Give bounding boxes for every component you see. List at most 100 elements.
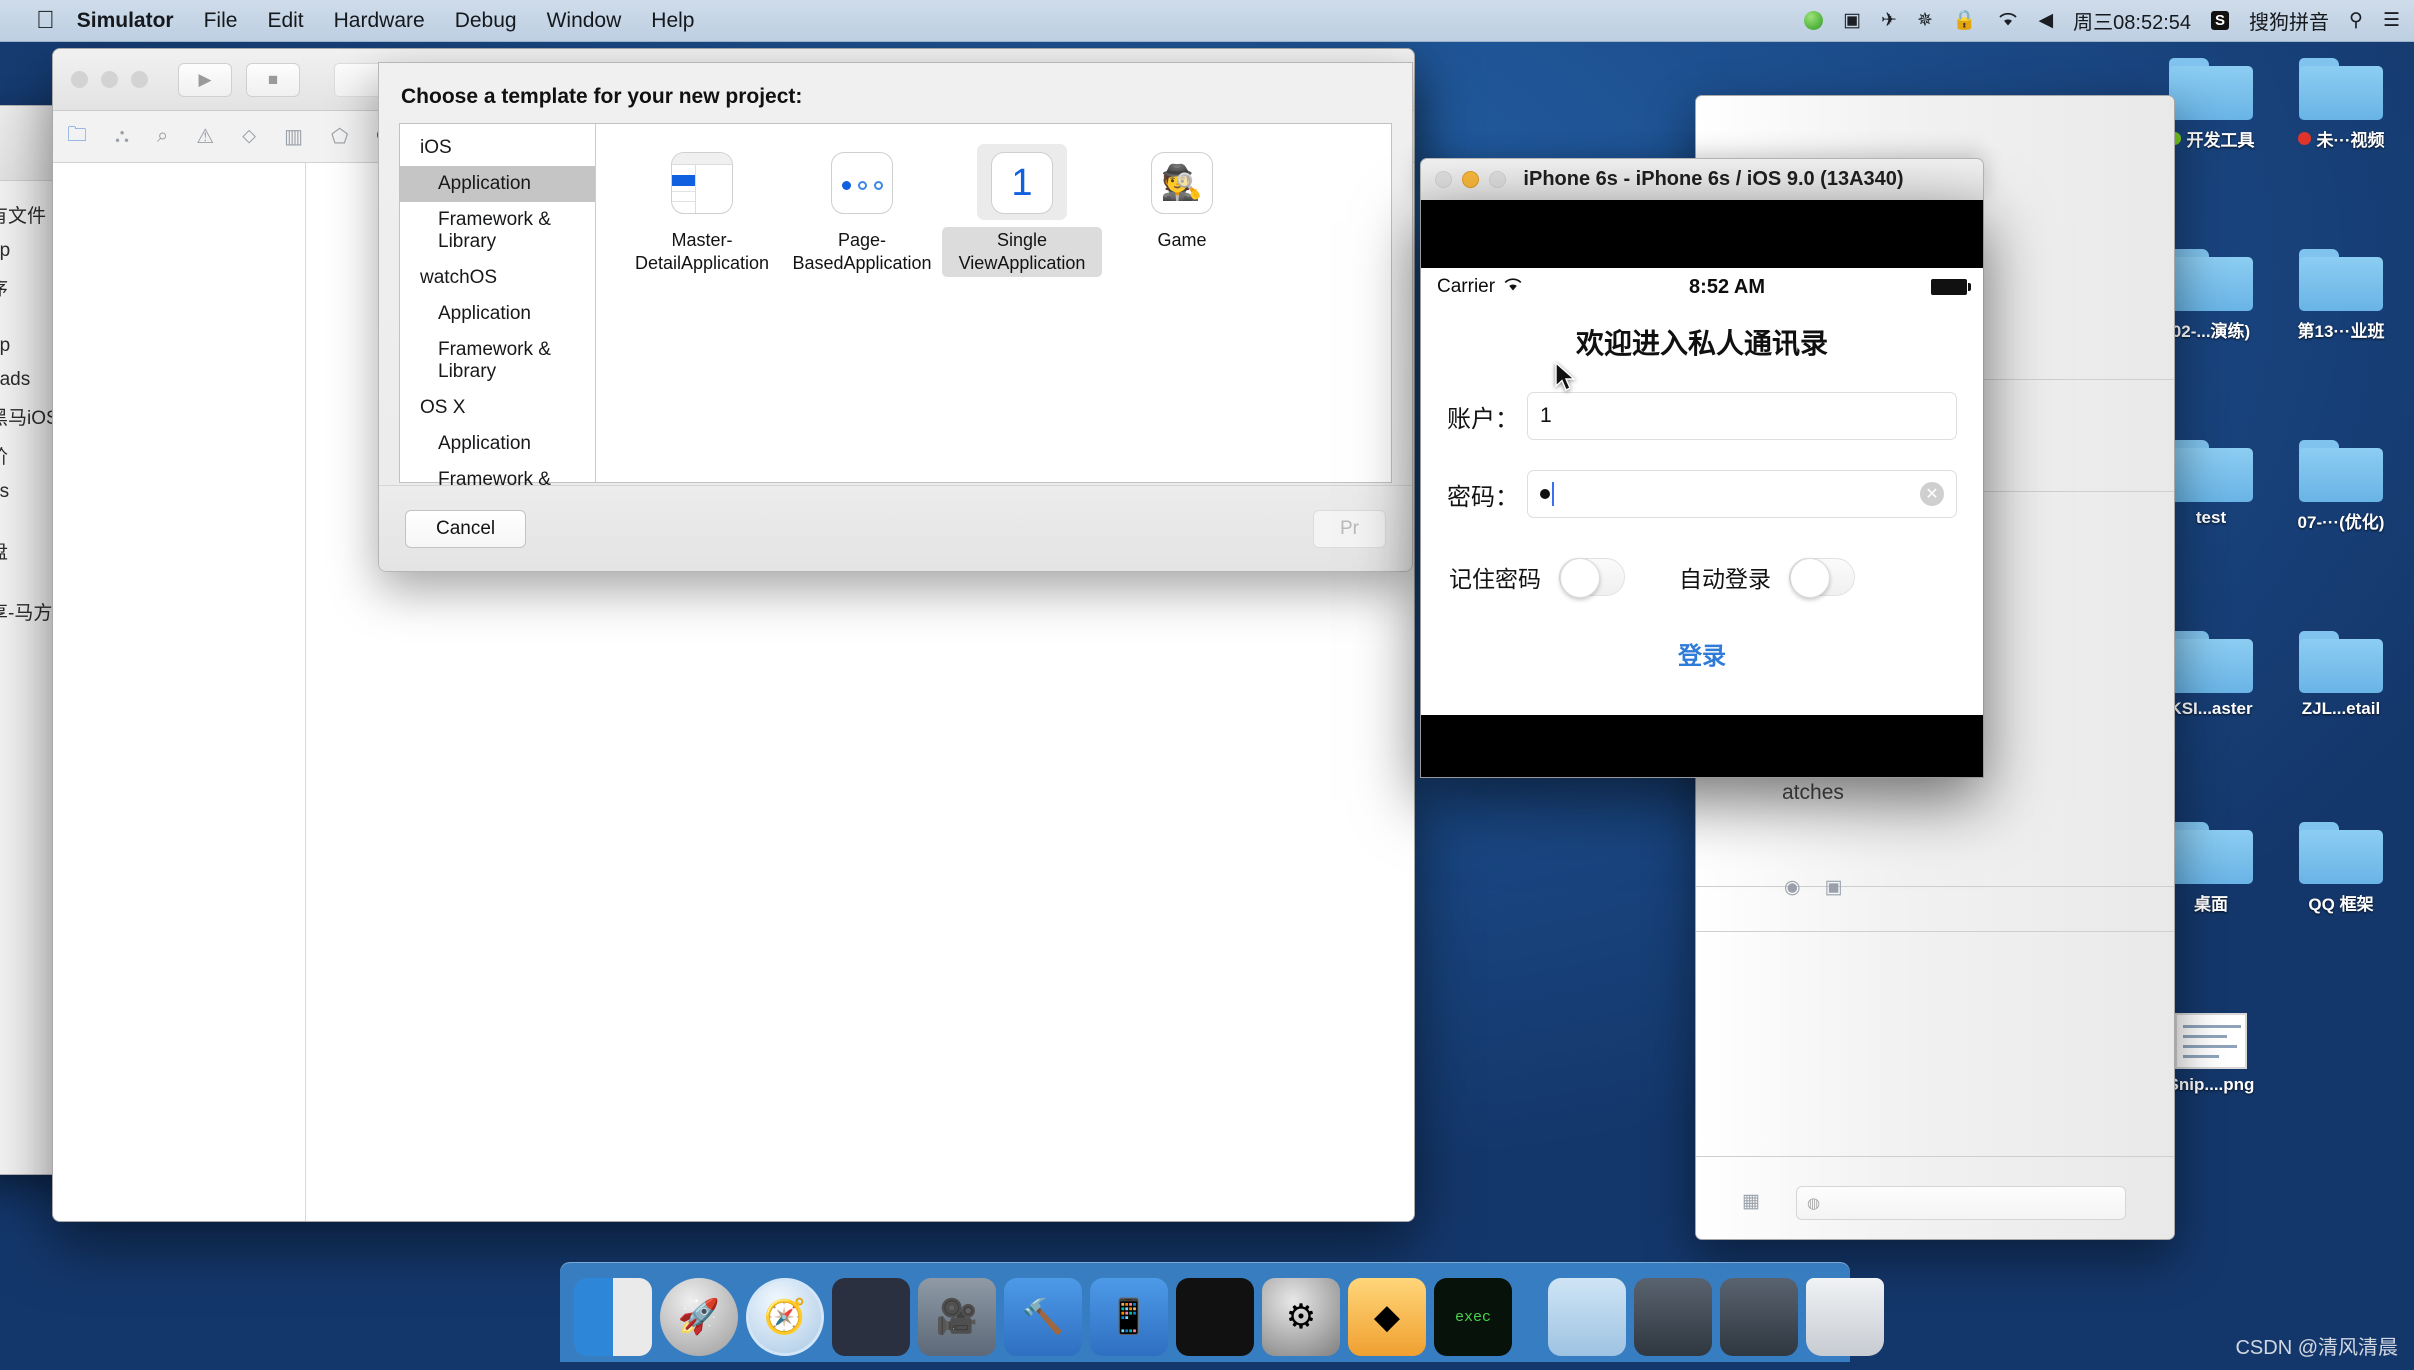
run-button[interactable]: ▶ [178,62,232,97]
search-icon[interactable]: ⌕ [157,125,168,148]
cancel-button[interactable]: Cancel [405,509,527,548]
remember-password-switch[interactable] [1559,558,1625,598]
terminal-icon[interactable] [1176,1278,1254,1356]
chrome-media-icon[interactable] [1548,1278,1626,1356]
menu-bar[interactable]:  Simulator File Edit Hardware Debug Window He… [0,0,2414,42]
simulator-close-button[interactable] [1435,171,1452,188]
minimize-button[interactable] [101,71,118,88]
dock-item-chrome-media[interactable] [1548,1278,1626,1356]
desktop-icon[interactable]: 未···视频 [2276,58,2406,153]
video-icon[interactable]: ▣ [1843,11,1861,30]
search-icon[interactable]: ⚲ [2349,11,2363,30]
template-category-application[interactable]: Application [400,166,595,202]
sketch-icon[interactable]: ◆ [1348,1278,1426,1356]
zoom-button[interactable] [131,71,148,88]
screen-share-1-icon[interactable] [1634,1278,1712,1356]
dock-item-quicktime[interactable]: 🎥 [918,1278,996,1356]
bluetooth-icon[interactable]: ✵ [1917,11,1933,30]
grid-icon[interactable]: ▦ [1742,1190,1760,1213]
xcode-icon[interactable]: 🔨 [1004,1278,1082,1356]
ime-label[interactable]: 搜狗拼音 [2249,6,2329,35]
template-master-detail[interactable]: Master-DetailApplication [622,144,782,277]
right-window-grid-icon-row[interactable]: ▦ [1742,1190,1760,1213]
folder-icon[interactable]: 🗀 [67,120,87,154]
dock-item-system-preferences[interactable]: ⚙ [1262,1278,1340,1356]
simulator-minimize-button[interactable] [1462,171,1479,188]
launchpad-icon[interactable]: 🚀 [660,1278,738,1356]
simulator-zoom-button[interactable] [1489,171,1506,188]
dock-item-launchpad[interactable]: 🚀 [660,1278,738,1356]
xcode-navigator-panel[interactable] [53,163,306,1221]
safari-icon[interactable]: 🧭 [746,1278,824,1356]
warning-icon[interactable]: ⚠ [196,124,214,149]
right-window-status-icons[interactable]: ◉ ▣ [1784,876,1843,899]
target-icon[interactable]: ◉ [1784,876,1801,899]
menu-item-file[interactable]: File [204,9,238,33]
next-button[interactable]: Pr [1313,509,1386,548]
panel-icon[interactable]: ▣ [1825,876,1843,899]
template-game[interactable]: 🕵 Game [1102,144,1262,277]
airplane-icon[interactable]: ✈ [1881,11,1897,30]
quicktime-icon[interactable]: 🎥 [918,1278,996,1356]
template-single-view[interactable]: 1 Single ViewApplication [942,144,1102,278]
template-grid[interactable]: Master-DetailApplication Page-BasedApplic… [596,124,1391,482]
finder-icon[interactable] [574,1278,652,1356]
template-category-os-x[interactable]: OS X [400,390,595,426]
template-category-watchos[interactable]: watchOS [400,260,595,296]
new-project-template-sheet[interactable]: Choose a template for your new project: … [378,62,1413,572]
dock-item-mouse-app[interactable] [832,1278,910,1356]
simulator-window[interactable]: iPhone 6s - iPhone 6s / iOS 9.0 (13A340)… [1420,158,1984,778]
menu-item-debug[interactable]: Debug [455,9,517,33]
dock-item-xcode-simulator[interactable]: 📱 [1090,1278,1168,1356]
menu-item-window[interactable]: Window [547,9,622,33]
dock-item-xcode[interactable]: 🔨 [1004,1278,1082,1356]
template-category-ios[interactable]: iOS [400,130,595,166]
template-category-application[interactable]: Application [400,296,595,332]
clear-icon[interactable]: ✕ [1920,482,1944,506]
dock-item-finder[interactable] [574,1278,652,1356]
template-page-based[interactable]: Page-BasedApplication [782,144,942,277]
desktop-icon[interactable]: ZJL...etail [2276,631,2406,726]
mouse-app-icon[interactable] [832,1278,910,1356]
apple-icon[interactable]:  [36,8,55,33]
exec-terminal-icon[interactable]: exec [1434,1278,1512,1356]
hierarchy-icon[interactable]: ⛬ [115,125,129,148]
dock-item-safari[interactable]: 🧭 [746,1278,824,1356]
menu-clock[interactable]: 周三08:52:54 [2073,6,2191,35]
dock-item-terminal[interactable] [1176,1278,1254,1356]
notification-center-icon[interactable]: ☰ [2383,11,2400,30]
desktop-icon[interactable]: 第13···业班 [2276,249,2406,344]
close-button[interactable] [71,71,88,88]
menu-item-hardware[interactable]: Hardware [334,9,425,33]
breakpoint-icon[interactable]: ⬦ [242,125,256,148]
dock-item-screen-share-1[interactable] [1634,1278,1712,1356]
wifi-icon[interactable] [1997,11,2019,31]
tag-icon[interactable]: ⬠ [331,124,348,149]
volume-icon[interactable]: ◀ [2039,11,2054,30]
lock-icon[interactable]: 🔒 [1953,11,1977,30]
ios-app-view[interactable]: Carrier 8:52 AM 欢迎进入私人通讯录 账户： 1 密码： ✕ 记住… [1421,268,1983,715]
report-icon[interactable]: ▥ [284,124,303,149]
desktop-icon[interactable]: 07-···(优化) [2276,440,2406,535]
menu-item-edit[interactable]: Edit [267,9,303,33]
template-category-application[interactable]: Application [400,426,595,462]
stop-button[interactable]: ■ [246,62,300,97]
menu-item-simulator[interactable]: Simulator [77,9,174,33]
dock-item-exec-terminal[interactable]: exec [1434,1278,1512,1356]
screen-record-icon[interactable] [1804,11,1824,30]
template-category-framework-library[interactable]: Framework & Library [400,332,595,390]
auto-login-switch[interactable] [1789,558,1855,598]
template-category-framework-library[interactable]: Framework & Library [400,202,595,260]
menu-item-help[interactable]: Help [651,9,694,33]
password-input[interactable]: ✕ [1527,470,1957,518]
simulator-screen[interactable]: Carrier 8:52 AM 欢迎进入私人通讯录 账户： 1 密码： ✕ 记住… [1420,200,1984,778]
menu-bar-tray[interactable]: ▣ ✈ ✵ 🔒 ◀ 周三08:52:54 S 搜狗拼音 ⚲ ☰ [1804,6,2400,35]
ime-badge[interactable]: S [2211,11,2230,30]
dock-item-sketch[interactable]: ◆ [1348,1278,1426,1356]
right-window-search-input[interactable]: ◍ [1796,1186,2126,1220]
desktop-icon[interactable]: QQ 框架 [2276,822,2406,917]
system-preferences-icon[interactable]: ⚙ [1262,1278,1340,1356]
dock[interactable]: 🚀 🧭 🎥 🔨 📱 ⚙ ◆ exec [560,1262,1884,1362]
window-traffic-lights[interactable] [71,71,148,88]
dock-item-trash[interactable] [1806,1278,1884,1356]
